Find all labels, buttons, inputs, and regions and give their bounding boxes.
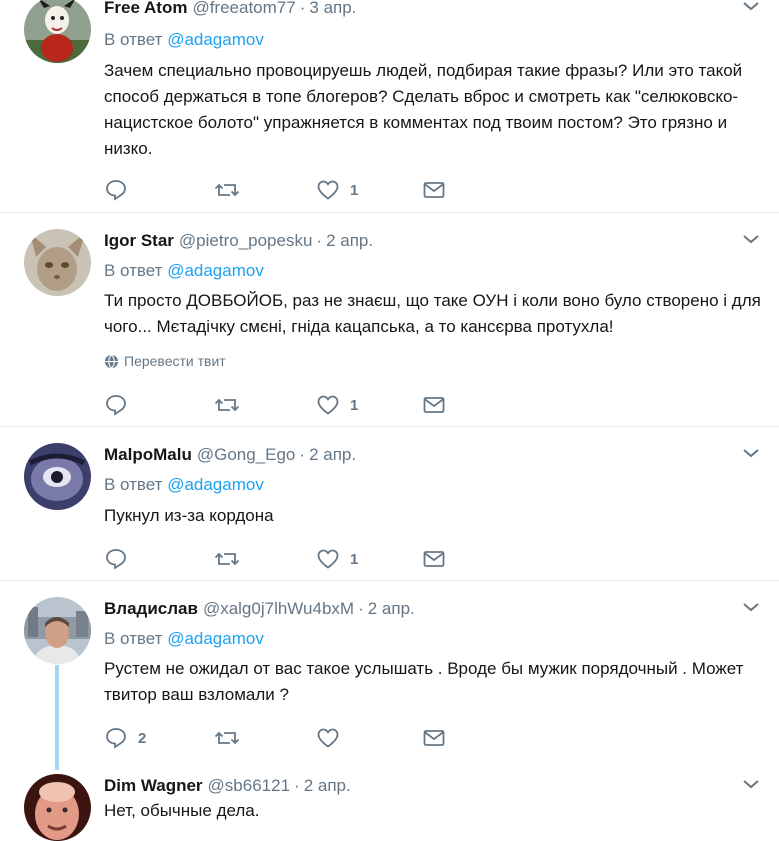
user-handle[interactable]: @pietro_popesku (179, 231, 313, 250)
reply-context: В ответ @adagamov (104, 475, 264, 495)
reply-mention-link[interactable]: @adagamov (167, 261, 264, 280)
tweet-actions: 1 (104, 178, 464, 202)
reply-button[interactable] (104, 393, 138, 417)
user-handle[interactable]: @Gong_Ego (197, 445, 296, 464)
retweet-button[interactable] (214, 393, 250, 417)
tweet-actions: 2 (104, 726, 464, 750)
display-name[interactable]: Dim Wagner (104, 776, 203, 795)
retweet-button[interactable] (214, 178, 250, 202)
translate-tweet-link[interactable]: Перевести твит (104, 353, 226, 369)
tweet[interactable]: Free Atom @freeatom77 · 3 апр. В ответ @ada… (0, 0, 779, 211)
avatar[interactable] (24, 443, 91, 510)
reply-context: В ответ @adagamov (104, 30, 264, 50)
tweet-text: Нет, обычные дела. (104, 801, 260, 820)
timestamp[interactable]: 3 апр. (309, 0, 356, 17)
chevron-down-icon[interactable] (741, 776, 761, 792)
dm-button[interactable] (422, 393, 446, 417)
tweet[interactable]: Владислав @xalg0j7lhWu4bxM · 2 апр. В ответ… (0, 597, 779, 757)
separator-dot: · (299, 0, 306, 17)
reply-button[interactable] (104, 178, 138, 202)
reply-mention-link[interactable]: @adagamov (167, 475, 264, 494)
display-name[interactable]: Free Atom (104, 0, 187, 17)
retweet-icon (214, 398, 240, 412)
tweet-text: Зачем специально провоцируешь людей, под… (104, 61, 743, 158)
divider (0, 426, 779, 427)
separator-dot: · (316, 231, 323, 250)
tweet-text: Пукнул из-за кордона (104, 506, 274, 525)
retweet-icon (214, 731, 240, 745)
like-icon (317, 549, 339, 569)
tweet-text: Ти просто ДОВБОЙОБ, раз не знаєш, що так… (104, 291, 761, 336)
tweet-actions: 1 (104, 393, 464, 417)
like-button[interactable]: 1 (316, 178, 358, 202)
retweet-icon (214, 552, 240, 566)
reply-context: В ответ @adagamov (104, 629, 264, 649)
timestamp[interactable]: 2 апр. (309, 445, 356, 464)
separator-dot: · (358, 599, 364, 618)
chevron-down-icon[interactable] (741, 231, 761, 247)
display-name[interactable]: MalpoMalu (104, 445, 192, 464)
reply-prefix: В ответ (104, 629, 163, 648)
globe-icon (104, 354, 119, 368)
reply-icon (106, 180, 126, 201)
separator-dot: · (299, 445, 306, 464)
reply-icon (106, 549, 126, 570)
like-count: 1 (350, 181, 359, 199)
reply-prefix: В ответ (104, 475, 163, 494)
reply-mention-link[interactable]: @adagamov (167, 629, 264, 648)
reply-prefix: В ответ (104, 261, 163, 280)
timestamp[interactable]: 2 апр. (368, 599, 415, 618)
user-handle[interactable]: @freeatom77 (192, 0, 295, 17)
like-icon (317, 180, 339, 200)
display-name[interactable]: Владислав (104, 599, 198, 618)
dm-icon (423, 551, 445, 567)
retweet-button[interactable] (214, 547, 250, 571)
avatar[interactable] (24, 229, 91, 296)
avatar[interactable] (24, 597, 91, 664)
chevron-down-icon[interactable] (741, 445, 761, 461)
tweet-text: Рустем не ожидал от вас такое услышать .… (104, 659, 744, 704)
reply-count: 2 (138, 729, 147, 747)
tweet[interactable]: Dim Wagner @sb66121 · 2 апр. Нет, обычные д… (0, 774, 779, 841)
divider (0, 580, 779, 581)
like-count: 1 (350, 396, 359, 414)
dm-button[interactable] (422, 726, 446, 750)
chevron-down-icon[interactable] (741, 0, 761, 14)
reply-button[interactable] (104, 547, 138, 571)
avatar[interactable] (24, 0, 91, 63)
chevron-down-icon[interactable] (741, 599, 761, 615)
like-button[interactable]: 1 (316, 547, 358, 571)
timestamp[interactable]: 2 апр. (326, 231, 373, 250)
dm-button[interactable] (422, 178, 446, 202)
dm-icon (423, 182, 445, 198)
reply-mention-link[interactable]: @adagamov (167, 30, 264, 49)
tweet[interactable]: Igor Star @pietro_popesku · 2 апр. В ответ … (0, 229, 779, 424)
like-icon (317, 395, 339, 415)
retweet-button[interactable] (214, 726, 250, 750)
like-button[interactable] (316, 726, 350, 750)
display-name[interactable]: Igor Star (104, 231, 174, 250)
retweet-icon (214, 183, 240, 197)
like-icon (317, 728, 339, 748)
reply-button[interactable]: 2 (104, 726, 146, 750)
avatar[interactable] (24, 774, 91, 841)
user-handle[interactable]: @xalg0j7lhWu4bxM (203, 599, 354, 618)
dm-button[interactable] (422, 547, 446, 571)
reply-icon (106, 728, 126, 749)
separator-dot: · (294, 776, 300, 795)
translate-label[interactable]: Перевести твит (124, 353, 226, 369)
user-handle[interactable]: @sb66121 (208, 776, 291, 795)
reply-prefix: В ответ (104, 30, 163, 49)
reply-context: В ответ @adagamov (104, 261, 264, 281)
divider (0, 212, 779, 213)
tweet-actions: 1 (104, 547, 464, 571)
like-button[interactable]: 1 (316, 393, 358, 417)
like-count: 1 (350, 550, 359, 568)
dm-icon (423, 397, 445, 413)
reply-icon (106, 395, 126, 416)
timestamp[interactable]: 2 апр. (304, 776, 351, 795)
dm-icon (423, 730, 445, 746)
tweet[interactable]: MalpoMalu @Gong_Ego · 2 апр. В ответ @adaga… (0, 443, 779, 578)
